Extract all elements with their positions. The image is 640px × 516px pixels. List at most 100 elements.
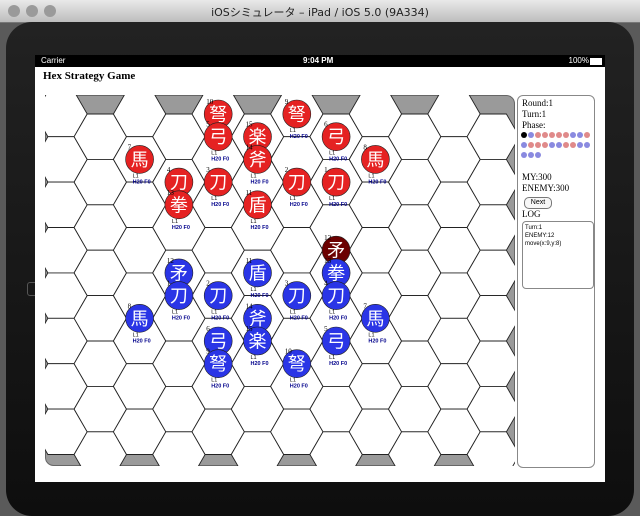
unit-number: 8 [363, 143, 367, 151]
unit-kanji: 弓 [209, 127, 227, 148]
unit-kanji: 刀 [327, 173, 345, 194]
phase-dot [577, 132, 583, 138]
unit-number: 11 [246, 189, 253, 197]
unit-kanji: 弓 [209, 332, 227, 353]
unit-hp: H20 F0 [290, 384, 308, 390]
log-label: LOG [522, 209, 541, 219]
unit-number: 10 [285, 348, 293, 356]
unit-kanji: 盾 [249, 195, 267, 216]
unit-hp: H20 F0 [172, 316, 190, 322]
unit-number: 2 [206, 280, 210, 288]
unit-kanji: 矛 [170, 263, 188, 284]
phase-dot [521, 132, 527, 138]
unit-hp: H20 F0 [211, 202, 229, 208]
battery-label: 100% [568, 56, 589, 65]
unit-kanji: 拳 [327, 263, 345, 284]
phase-dot [542, 142, 548, 148]
phase-dot [556, 142, 562, 148]
unit-kanji: 弩 [288, 105, 306, 126]
next-button[interactable]: Next [524, 197, 552, 209]
unit-hp: H20 F0 [211, 157, 229, 163]
unit-number: 3 [285, 280, 289, 288]
unit-kanji: 刀 [170, 286, 188, 307]
phase-dot [563, 132, 569, 138]
unit-kanji: 盾 [249, 263, 267, 284]
unit-number: 12 [324, 234, 332, 242]
unit-number: 7 [128, 143, 132, 151]
window-title: iOSシミュレータ – iPad / iOS 5.0 (9A334) [211, 6, 429, 19]
phase-dot [556, 132, 562, 138]
unit-number: 5 [324, 325, 328, 333]
my-score: MY:300 [522, 172, 552, 182]
unit-number: 11 [246, 257, 253, 265]
unit-number: 4 [324, 280, 328, 288]
unit-kanji: 刀 [288, 173, 306, 194]
unit-hp: H20 F0 [251, 179, 269, 185]
unit-kanji: 刀 [209, 173, 227, 194]
log-box[interactable]: Turn:1 ENEMY:12 move(x:9,y:8) [522, 221, 594, 289]
unit-kanji: 弩 [288, 354, 306, 375]
phase-dot [535, 132, 541, 138]
log-line: move(x:9,y:8) [525, 241, 562, 247]
log-line: ENEMY:12 [525, 233, 555, 239]
phase-dot [584, 132, 590, 138]
phase-dot [528, 142, 534, 148]
unit-number: 6 [206, 325, 210, 333]
unit-kanji: 馬 [366, 309, 384, 330]
unit-number: 1 [167, 280, 171, 288]
app-title: Hex Strategy Game [43, 70, 136, 82]
unit-kanji: 刀 [288, 286, 306, 307]
status-panel: Round:1 Turn:1 Phase: MY:300 ENEMY:300 N… [517, 95, 595, 468]
unit-hp: H20 F0 [368, 338, 386, 344]
unit-hp: H20 F0 [368, 179, 386, 185]
unit-hp: H20 F0 [251, 293, 269, 299]
phase-dot [570, 132, 576, 138]
phase-dot [584, 142, 590, 148]
phase-dot [521, 152, 527, 158]
phase-dot [535, 142, 541, 148]
unit-hp: H20 F0 [290, 134, 308, 140]
phase-dot [528, 132, 534, 138]
unit-hp: H20 F0 [329, 316, 347, 322]
unit-hp: H20 F0 [251, 361, 269, 367]
unit-number: 15 [246, 325, 254, 333]
carrier-label: Carrier [41, 56, 66, 65]
phase-dot [528, 152, 534, 158]
round-label: Round:1 [522, 98, 554, 108]
phase-order [521, 131, 591, 161]
unit-kanji: 弩 [209, 105, 227, 126]
unit-kanji: 拳 [170, 195, 188, 216]
unit-kanji: 馬 [131, 309, 149, 330]
unit-kanji: 斧 [249, 150, 267, 171]
clock: 9:04 PM [303, 56, 334, 65]
unit-hp: H20 F0 [172, 225, 190, 231]
unit-number: 12 [167, 257, 175, 265]
simulator-titlebar: iOSシミュレータ – iPad / iOS 5.0 (9A334) [0, 0, 640, 23]
enemy-score: ENEMY:300 [522, 183, 570, 193]
unit-number: 5 [206, 121, 210, 129]
phase-dot [549, 142, 555, 148]
unit-hp: H20 F0 [290, 316, 308, 322]
unit-kanji: 馬 [366, 150, 384, 171]
unit-number: 10 [206, 98, 214, 106]
unit-kanji: 刀 [209, 286, 227, 307]
unit-number: 7 [363, 302, 367, 310]
phase-dot [521, 142, 527, 148]
turn-label: Turn:1 [522, 109, 547, 119]
unit-kanji: 弓 [327, 127, 345, 148]
hex-board[interactable]: 弩10L1H20 F0弩9L1H20 F0弓5L1H20 F0楽15L1H20 … [45, 95, 515, 466]
unit-hp: H20 F0 [133, 338, 151, 344]
unit-number: 1 [324, 166, 328, 174]
phase-label: Phase: [522, 120, 546, 130]
unit-kanji: 刀 [327, 286, 345, 307]
unit-number: 13 [324, 257, 332, 265]
unit-number: 4 [167, 166, 171, 174]
unit-number: 13 [167, 189, 175, 197]
unit-number: 6 [324, 121, 328, 129]
log-line: Turn:1 [525, 225, 543, 231]
unit-hp: H20 F0 [329, 157, 347, 163]
battery-icon [590, 58, 602, 65]
unit-kanji: 馬 [131, 150, 149, 171]
unit-number: 14 [246, 143, 254, 151]
unit-number: 15 [246, 121, 254, 129]
